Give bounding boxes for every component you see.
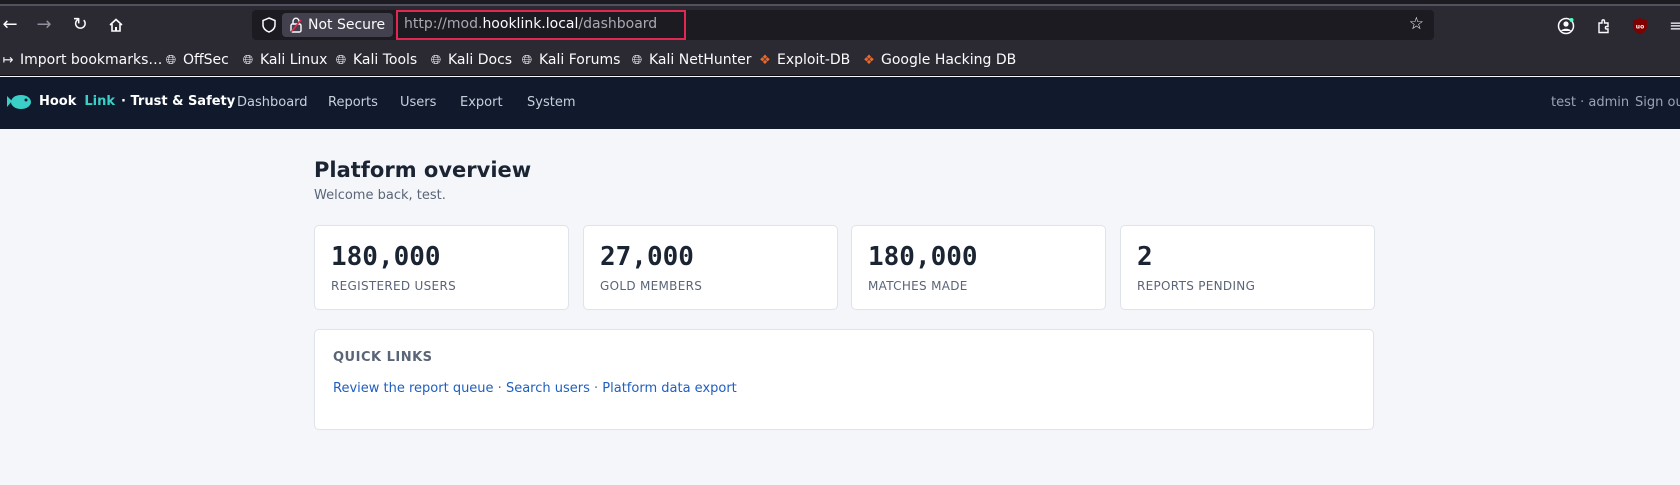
stat-card-gold-members: 27,000 GOLD MEMBERS xyxy=(583,225,838,310)
globe-icon: 🌐︎ xyxy=(430,53,442,68)
insecure-lock-icon xyxy=(290,17,302,33)
url-path: /dashboard xyxy=(578,16,658,32)
bookmark-label: Kali Tools xyxy=(353,52,418,68)
bookmark-google-hacking-db[interactable]: ❖ Google Hacking DB xyxy=(861,50,1016,70)
globe-icon: 🌐︎ xyxy=(335,53,347,68)
bookmark-label: Kali NetHunter xyxy=(649,52,752,68)
ublock-icon[interactable]: uo xyxy=(1628,14,1652,38)
globe-icon: 🌐︎ xyxy=(242,53,254,68)
nav-export[interactable]: Export xyxy=(460,95,503,110)
account-icon[interactable] xyxy=(1554,14,1578,38)
browser-toolbar: ← → ↻ Not Secure http://mod.hooklink.loc… xyxy=(0,6,1680,44)
quick-links-title: QUICK LINKS xyxy=(333,350,433,365)
bookmark-label: Exploit-DB xyxy=(777,52,851,68)
svg-text:uo: uo xyxy=(1636,24,1644,31)
stat-card-reports-pending: 2 REPORTS PENDING xyxy=(1120,225,1375,310)
link-separator: · xyxy=(493,381,506,396)
bookmarks-bar: ↦ Import bookmarks… 🌐︎ OffSec 🌐︎ Kali Linux… xyxy=(0,44,1680,76)
current-user-label: test · admin xyxy=(1551,95,1630,110)
home-icon[interactable] xyxy=(102,12,130,38)
stat-label: REGISTERED USERS xyxy=(331,279,456,293)
url-text: http://mod.hooklink.local/dashboard xyxy=(404,16,657,32)
back-arrow-icon[interactable]: ← xyxy=(0,12,24,38)
bookmark-star-icon[interactable]: ☆ xyxy=(1409,14,1424,34)
not-secure-badge[interactable]: Not Secure xyxy=(282,13,394,37)
link-platform-data-export[interactable]: Platform data export xyxy=(602,381,736,396)
brand-link: Link xyxy=(84,94,116,109)
page-title: Platform overview xyxy=(314,158,532,182)
globe-icon: 🌐︎ xyxy=(631,53,643,68)
url-highlight-box[interactable]: http://mod.hooklink.local/dashboard xyxy=(396,10,686,40)
nav-users[interactable]: Users xyxy=(400,95,436,110)
tracking-shield-icon[interactable] xyxy=(260,15,278,35)
link-review-report-queue[interactable]: Review the report queue xyxy=(333,381,494,396)
brand-suffix: · Trust & Safety xyxy=(121,94,236,109)
stat-card-registered-users: 180,000 REGISTERED USERS xyxy=(314,225,569,310)
stat-label: REPORTS PENDING xyxy=(1137,279,1256,293)
flame-icon: ❖ xyxy=(863,53,875,68)
stat-card-matches-made: 180,000 MATCHES MADE xyxy=(851,225,1106,310)
sign-out-link[interactable]: Sign out xyxy=(1635,95,1680,110)
bookmark-import[interactable]: ↦ Import bookmarks… xyxy=(0,50,163,70)
reload-icon[interactable]: ↻ xyxy=(66,12,94,38)
link-search-users[interactable]: Search users xyxy=(506,381,590,396)
fish-logo-icon[interactable] xyxy=(6,92,32,112)
globe-icon: 🌐︎ xyxy=(521,53,533,68)
brand-hook: Hook xyxy=(39,94,77,109)
welcome-message: Welcome back, test. xyxy=(314,188,446,203)
menu-icon[interactable]: ≡ xyxy=(1664,14,1680,38)
stat-value: 180,000 xyxy=(331,242,441,272)
extensions-icon[interactable] xyxy=(1592,14,1616,38)
not-secure-label: Not Secure xyxy=(308,17,386,33)
bookmark-label: Kali Linux xyxy=(260,52,328,68)
bookmark-label: Kali Forums xyxy=(539,52,621,68)
stat-value: 2 xyxy=(1137,242,1153,272)
bookmark-offsec[interactable]: 🌐︎ OffSec xyxy=(163,50,229,70)
bookmark-label: Google Hacking DB xyxy=(881,52,1017,68)
link-separator: · xyxy=(589,381,603,396)
stat-value: 180,000 xyxy=(868,242,978,272)
flame-icon: ❖ xyxy=(759,53,771,68)
nav-dashboard[interactable]: Dashboard xyxy=(237,95,308,110)
stat-label: MATCHES MADE xyxy=(868,279,968,293)
nav-system[interactable]: System xyxy=(527,95,575,110)
url-scheme: http://mod. xyxy=(404,16,483,32)
bookmark-label: OffSec xyxy=(183,52,229,68)
bookmark-kali-nethunter[interactable]: 🌐︎ Kali NetHunter xyxy=(629,50,752,70)
bookmark-label: Kali Docs xyxy=(448,52,513,68)
bookmark-kali-docs[interactable]: 🌐︎ Kali Docs xyxy=(428,50,512,70)
nav-reports[interactable]: Reports xyxy=(328,95,378,110)
url-bar[interactable]: Not Secure http://mod.hooklink.local/das… xyxy=(252,10,1434,40)
bookmark-kali-linux[interactable]: 🌐︎ Kali Linux xyxy=(240,50,328,70)
url-host: hooklink.local xyxy=(482,16,579,32)
stat-value: 27,000 xyxy=(600,242,694,272)
bookmark-kali-forums[interactable]: 🌐︎ Kali Forums xyxy=(519,50,621,70)
quick-links-list: Review the report queue · Search users ·… xyxy=(333,381,737,396)
bookmark-label: Import bookmarks… xyxy=(20,52,163,68)
bookmark-kali-tools[interactable]: 🌐︎ Kali Tools xyxy=(333,50,417,70)
app-header: Hook Link · Trust & Safety Dashboard Repor… xyxy=(0,77,1680,129)
brand-name[interactable]: Hook Link · Trust & Safety xyxy=(39,94,235,109)
bookmark-exploit-db[interactable]: ❖ Exploit-DB xyxy=(757,50,850,70)
globe-icon: 🌐︎ xyxy=(165,53,177,68)
forward-arrow-icon[interactable]: → xyxy=(30,12,58,38)
quick-links-panel: QUICK LINKS Review the report queue · Se… xyxy=(314,329,1374,430)
stat-label: GOLD MEMBERS xyxy=(600,279,703,293)
import-icon: ↦ xyxy=(2,53,14,68)
